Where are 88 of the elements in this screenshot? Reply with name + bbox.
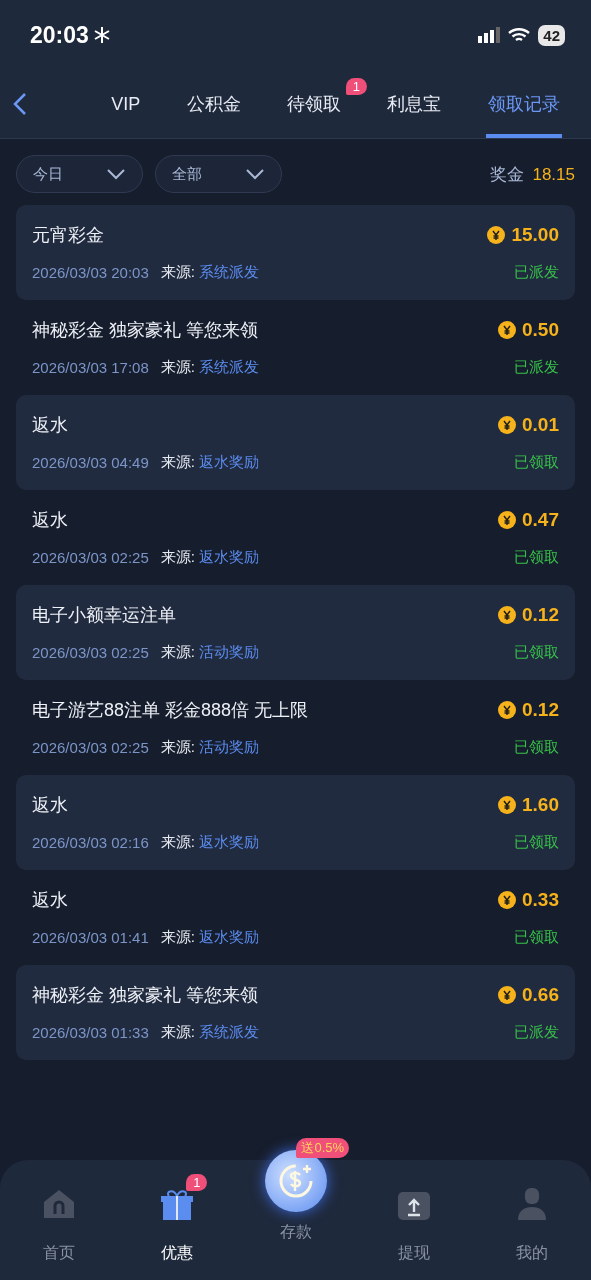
record-status: 已领取 [514, 928, 559, 947]
yen-coin-icon [498, 511, 516, 529]
record-title: 神秘彩金 独家豪礼 等您来领 [32, 319, 258, 342]
record-source: 系统派发 [198, 263, 259, 282]
nav-item[interactable]: 提现 [354, 1172, 473, 1268]
nav-item[interactable]: 我的 [472, 1172, 591, 1268]
record-time: 2026/03/03 02:25 [32, 644, 149, 661]
record-status: 已派发 [514, 358, 559, 377]
record-time: 2026/03/03 20:03 [32, 264, 149, 281]
record-title: 返水 [32, 509, 68, 532]
source-label: 来源: [160, 738, 195, 757]
chevron-down-icon [245, 168, 265, 180]
record-amount: 0.12 [522, 699, 559, 721]
record-title: 返水 [32, 794, 68, 817]
record-status: 已派发 [514, 1023, 559, 1042]
record-time: 2026/03/03 01:33 [32, 1024, 149, 1041]
source-label: 来源: [160, 453, 195, 472]
tab[interactable]: 利息宝 [385, 70, 444, 138]
source-label: 来源: [160, 643, 195, 662]
filter-dropdown[interactable]: 全部 [155, 155, 282, 193]
yen-coin-icon [498, 796, 516, 814]
record-amount: 0.01 [522, 414, 559, 436]
record-source: 系统派发 [198, 1023, 259, 1042]
tab[interactable]: 公积金 [184, 70, 243, 138]
nav-item[interactable]: 送0.5% 存款 [236, 1134, 355, 1247]
record-source: 活动奖励 [198, 643, 259, 662]
record-amount: 0.50 [522, 319, 559, 341]
yen-coin-icon [498, 606, 516, 624]
record-source: 返水奖励 [198, 453, 259, 472]
record-status: 已领取 [514, 453, 559, 472]
record-time: 2026/03/03 04:49 [32, 454, 149, 471]
chevron-down-icon [106, 168, 126, 180]
record-amount: 15.00 [511, 224, 559, 246]
count-badge: 1 [345, 78, 367, 95]
source-label: 来源: [160, 1023, 195, 1042]
yen-coin-icon [498, 321, 516, 339]
record-amount: 0.47 [522, 509, 559, 531]
chevron-left-icon [12, 92, 28, 116]
record-title: 神秘彩金 独家豪礼 等您来领 [32, 984, 258, 1007]
record-status: 已领取 [514, 643, 559, 662]
record-source: 返水奖励 [198, 833, 259, 852]
record-time: 2026/03/03 17:08 [32, 359, 149, 376]
status-time: 20:03 [30, 21, 111, 49]
yen-coin-icon [498, 701, 516, 719]
tab[interactable]: 领取记录 [485, 70, 562, 138]
nav-item[interactable]: 首页 [0, 1172, 119, 1268]
gift-icon [160, 1188, 195, 1220]
battery-level: 42 [538, 24, 565, 46]
source-label: 来源: [160, 358, 195, 377]
record-amount: 0.12 [522, 604, 559, 626]
record-status: 已领取 [514, 738, 559, 757]
source-label: 来源: [160, 263, 195, 282]
record-title: 返水 [32, 889, 68, 912]
nav-item[interactable]: 1 优惠 [118, 1172, 237, 1268]
yen-coin-icon [498, 891, 516, 909]
record-status: 已领取 [514, 548, 559, 567]
yen-coin-icon [498, 416, 516, 434]
yen-coin-icon [487, 226, 506, 244]
bonus-badge: 送0.5% [296, 1138, 350, 1158]
record-source: 活动奖励 [198, 738, 259, 757]
snowflake-icon [92, 26, 111, 44]
record-status: 已领取 [514, 833, 559, 852]
record-time: 2026/03/03 01:41 [32, 929, 149, 946]
record-source: 返水奖励 [198, 928, 259, 947]
record-time: 2026/03/03 02:25 [32, 549, 149, 566]
record-source: 系统派发 [198, 358, 259, 377]
record-title: 元宵彩金 [32, 224, 104, 247]
signal-icon [478, 27, 501, 43]
count-badge: 1 [186, 1174, 208, 1191]
source-label: 来源: [160, 548, 195, 567]
bonus-total: 奖金 18.15 [490, 163, 575, 186]
source-label: 来源: [160, 833, 195, 852]
record-status: 已派发 [514, 263, 559, 282]
record-title: 电子小额幸运注单 [32, 604, 176, 627]
tab[interactable]: VIP [109, 70, 143, 138]
record-amount: 0.33 [522, 889, 559, 911]
person-icon [515, 1188, 548, 1220]
record-amount: 1.60 [522, 794, 559, 816]
record-title: 返水 [32, 414, 68, 437]
record-time: 2026/03/03 02:16 [32, 834, 149, 851]
yen-coin-icon [498, 986, 516, 1004]
source-label: 来源: [160, 928, 195, 947]
record-title: 电子游艺88注单 彩金888倍 无上限 [32, 699, 309, 722]
record-time: 2026/03/03 02:25 [32, 739, 149, 756]
record-amount: 0.66 [522, 984, 559, 1006]
filter-dropdown[interactable]: 今日 [16, 155, 143, 193]
record-source: 返水奖励 [198, 548, 259, 567]
wifi-icon [508, 27, 531, 43]
